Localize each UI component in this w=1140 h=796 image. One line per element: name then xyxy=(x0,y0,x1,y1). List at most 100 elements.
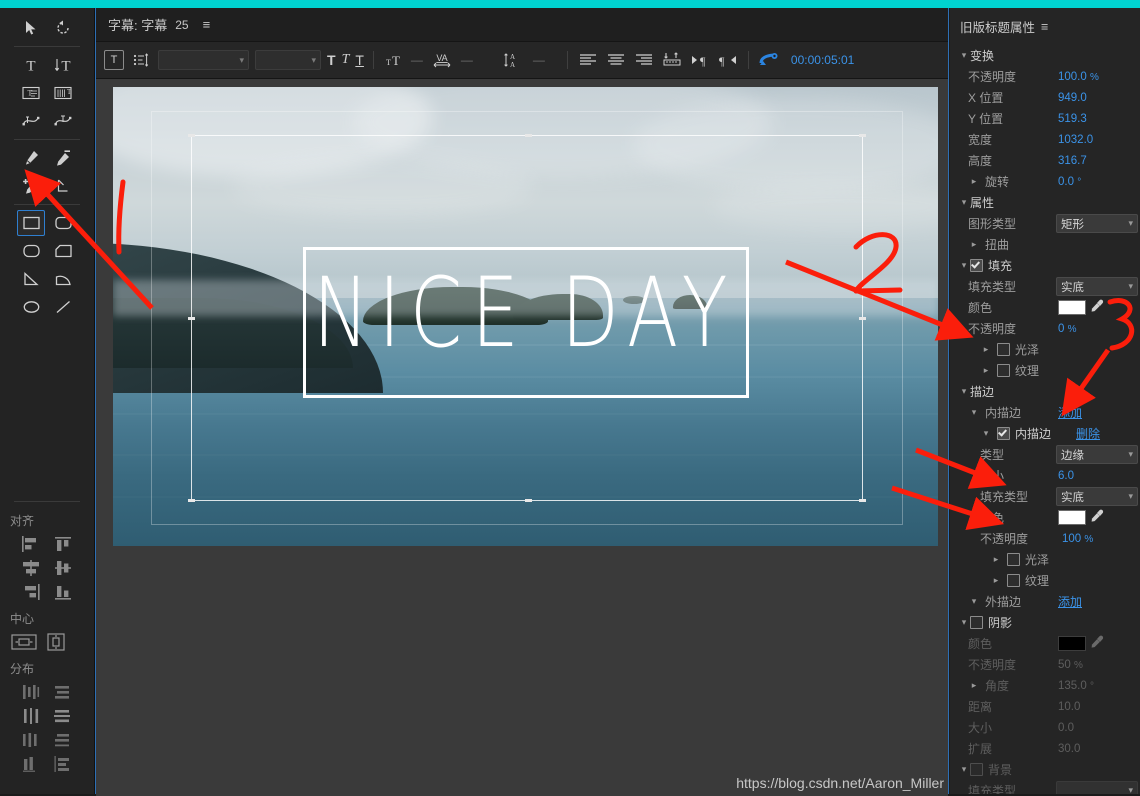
fill-section-header[interactable]: ▾ 填充 xyxy=(950,255,1140,276)
vertical-path-type-tool[interactable] xyxy=(49,108,77,134)
shape-type-select[interactable]: 矩形 ▾ xyxy=(1056,214,1138,233)
selection-tool[interactable] xyxy=(17,15,45,41)
transform-opacity-value[interactable]: 100.0 % xyxy=(1058,71,1099,83)
timecode-display[interactable]: 00:00:05:01 xyxy=(791,53,854,67)
shadow-spread-value[interactable]: 30.0 xyxy=(1058,743,1080,755)
fill-type-row[interactable]: 填充类型 实底 ▾ xyxy=(950,276,1140,297)
panel-menu-icon[interactable]: ≡ xyxy=(203,17,211,32)
distribute-bottom-button[interactable] xyxy=(48,729,78,751)
shadow-opacity-row[interactable]: 不透明度 50 % xyxy=(950,654,1140,675)
shadow-section-header[interactable]: ▾ 阴影 xyxy=(950,612,1140,633)
properties-section-header[interactable]: ▾ 属性 xyxy=(950,192,1140,213)
inner-stroke-delete-link[interactable]: 删除 xyxy=(1076,425,1100,442)
stroke-type-row[interactable]: 类型 边缘 ▾ xyxy=(950,444,1140,465)
stroke-opacity-value[interactable]: 100 % xyxy=(1062,533,1093,545)
transform-x-value[interactable]: 949.0 xyxy=(1058,92,1087,104)
chevron-right-icon[interactable]: ▸ xyxy=(968,176,980,187)
stroke-sheen-row[interactable]: ▸ 光泽 xyxy=(950,549,1140,570)
title-canvas[interactable]: NICE DAY xyxy=(113,87,938,546)
rounded-rectangle-tool[interactable] xyxy=(49,238,77,264)
shadow-color-row[interactable]: 颜色 xyxy=(950,633,1140,654)
arc-tool[interactable] xyxy=(49,266,77,292)
stroke-texture-row[interactable]: ▸ 纹理 xyxy=(950,570,1140,591)
fill-color-swatch[interactable] xyxy=(1058,300,1086,315)
vertical-type-tool[interactable]: T xyxy=(49,52,77,78)
shadow-checkbox[interactable] xyxy=(970,616,983,629)
chevron-down-icon[interactable]: ▾ xyxy=(980,428,992,439)
center-vertically-button[interactable] xyxy=(41,631,71,653)
font-size-value[interactable]: — xyxy=(411,53,423,67)
title-text[interactable]: NICE DAY xyxy=(313,265,737,361)
distort-row[interactable]: ▸ 扭曲 xyxy=(950,234,1140,255)
shadow-spread-row[interactable]: 扩展 30.0 xyxy=(950,738,1140,759)
kerning-icon[interactable]: VA xyxy=(429,49,455,71)
add-anchor-tool[interactable] xyxy=(17,173,45,199)
rectangle-tool[interactable] xyxy=(17,210,45,236)
fill-sheen-row[interactable]: ▸ 光泽 xyxy=(950,339,1140,360)
shadow-angle-value[interactable]: 135.0 ° xyxy=(1058,680,1094,692)
distribute-horizontal-spacing-button[interactable] xyxy=(16,753,46,775)
italic-button[interactable]: T xyxy=(342,52,350,68)
distribute-vertical-spacing-button[interactable] xyxy=(48,753,78,775)
title-tool-icon[interactable]: T xyxy=(104,50,124,70)
bold-button[interactable]: T xyxy=(327,52,336,68)
inner-stroke-group-row[interactable]: ▾ 内描边 添加 xyxy=(950,402,1140,423)
transform-y-row[interactable]: Y 位置 519.3 xyxy=(950,108,1140,129)
chevron-right-icon[interactable]: ▸ xyxy=(980,365,992,376)
leading-icon[interactable]: AA xyxy=(501,49,527,71)
chevron-down-icon[interactable]: ▾ xyxy=(968,596,980,607)
shadow-distance-row[interactable]: 距离 10.0 xyxy=(950,696,1140,717)
background-section-header[interactable]: ▾ 背景 xyxy=(950,759,1140,780)
align-horizontal-center-button[interactable] xyxy=(16,557,46,579)
chevron-right-icon[interactable]: ▸ xyxy=(990,554,1002,565)
font-style-dropdown[interactable]: ▾ xyxy=(255,50,321,70)
stroke-type-select[interactable]: 边缘 ▾ xyxy=(1056,445,1138,464)
stroke-size-value[interactable]: 6.0 xyxy=(1058,470,1074,482)
fill-opacity-value[interactable]: 0 % xyxy=(1058,323,1077,335)
fill-opacity-row[interactable]: 不透明度 0 % xyxy=(950,318,1140,339)
transform-width-value[interactable]: 1032.0 xyxy=(1058,134,1093,146)
stroke-fill-type-select[interactable]: 实底 ▾ xyxy=(1056,487,1138,506)
inner-stroke-add-link[interactable]: 添加 xyxy=(1058,404,1082,421)
stroke-opacity-row[interactable]: 不透明度 100 % xyxy=(950,528,1140,549)
background-checkbox[interactable] xyxy=(970,763,983,776)
background-fill-type-row[interactable]: 填充类型 ▾ xyxy=(950,780,1140,794)
convert-anchor-tool[interactable] xyxy=(49,173,77,199)
shadow-size-row[interactable]: 大小 0.0 xyxy=(950,717,1140,738)
clipped-corner-rectangle-tool[interactable] xyxy=(17,238,45,264)
stroke-size-row[interactable]: 大小 6.0 xyxy=(950,465,1140,486)
transform-rotation-row[interactable]: ▸ 旋转 0.0 ° xyxy=(950,171,1140,192)
transform-section-header[interactable]: ▾ 变换 xyxy=(950,45,1140,66)
vertical-area-type-tool[interactable]: T xyxy=(49,80,77,106)
path-type-tool[interactable] xyxy=(17,108,45,134)
properties-panel-menu-icon[interactable]: ≡ xyxy=(1041,20,1048,34)
distribute-right-button[interactable] xyxy=(16,729,46,751)
font-family-dropdown[interactable]: ▾ xyxy=(158,50,249,70)
wedge-tool[interactable] xyxy=(17,266,45,292)
transform-height-row[interactable]: 高度 316.7 xyxy=(950,150,1140,171)
shadow-opacity-value[interactable]: 50 % xyxy=(1058,659,1083,671)
underline-button[interactable]: T xyxy=(355,52,364,68)
align-right-button[interactable] xyxy=(633,49,655,71)
tab-stops-button[interactable] xyxy=(661,49,683,71)
shadow-size-value[interactable]: 0.0 xyxy=(1058,722,1074,734)
fill-color-row[interactable]: 颜色 xyxy=(950,297,1140,318)
list-settings-icon[interactable] xyxy=(130,49,152,71)
align-left-button[interactable] xyxy=(16,533,46,555)
transform-opacity-row[interactable]: 不透明度 100.0 % xyxy=(950,66,1140,87)
align-bottom-button[interactable] xyxy=(48,581,78,603)
stroke-color-swatch[interactable] xyxy=(1058,510,1086,525)
background-fill-type-select[interactable]: ▾ xyxy=(1056,781,1138,794)
roll-crawl-options-icon[interactable] xyxy=(758,49,780,71)
direction-ltr-button[interactable]: ¶ xyxy=(689,49,711,71)
shadow-distance-value[interactable]: 10.0 xyxy=(1058,701,1080,713)
distribute-top-button[interactable] xyxy=(48,681,78,703)
eyedropper-icon[interactable] xyxy=(1090,299,1104,316)
transform-width-row[interactable]: 宽度 1032.0 xyxy=(950,129,1140,150)
align-vertical-center-button[interactable] xyxy=(48,557,78,579)
distribute-vertical-center-button[interactable] xyxy=(48,705,78,727)
type-tool[interactable]: T xyxy=(17,52,45,78)
ellipse-tool[interactable] xyxy=(17,294,45,320)
inner-stroke-checkbox[interactable] xyxy=(997,427,1010,440)
delete-anchor-tool[interactable] xyxy=(49,145,77,171)
